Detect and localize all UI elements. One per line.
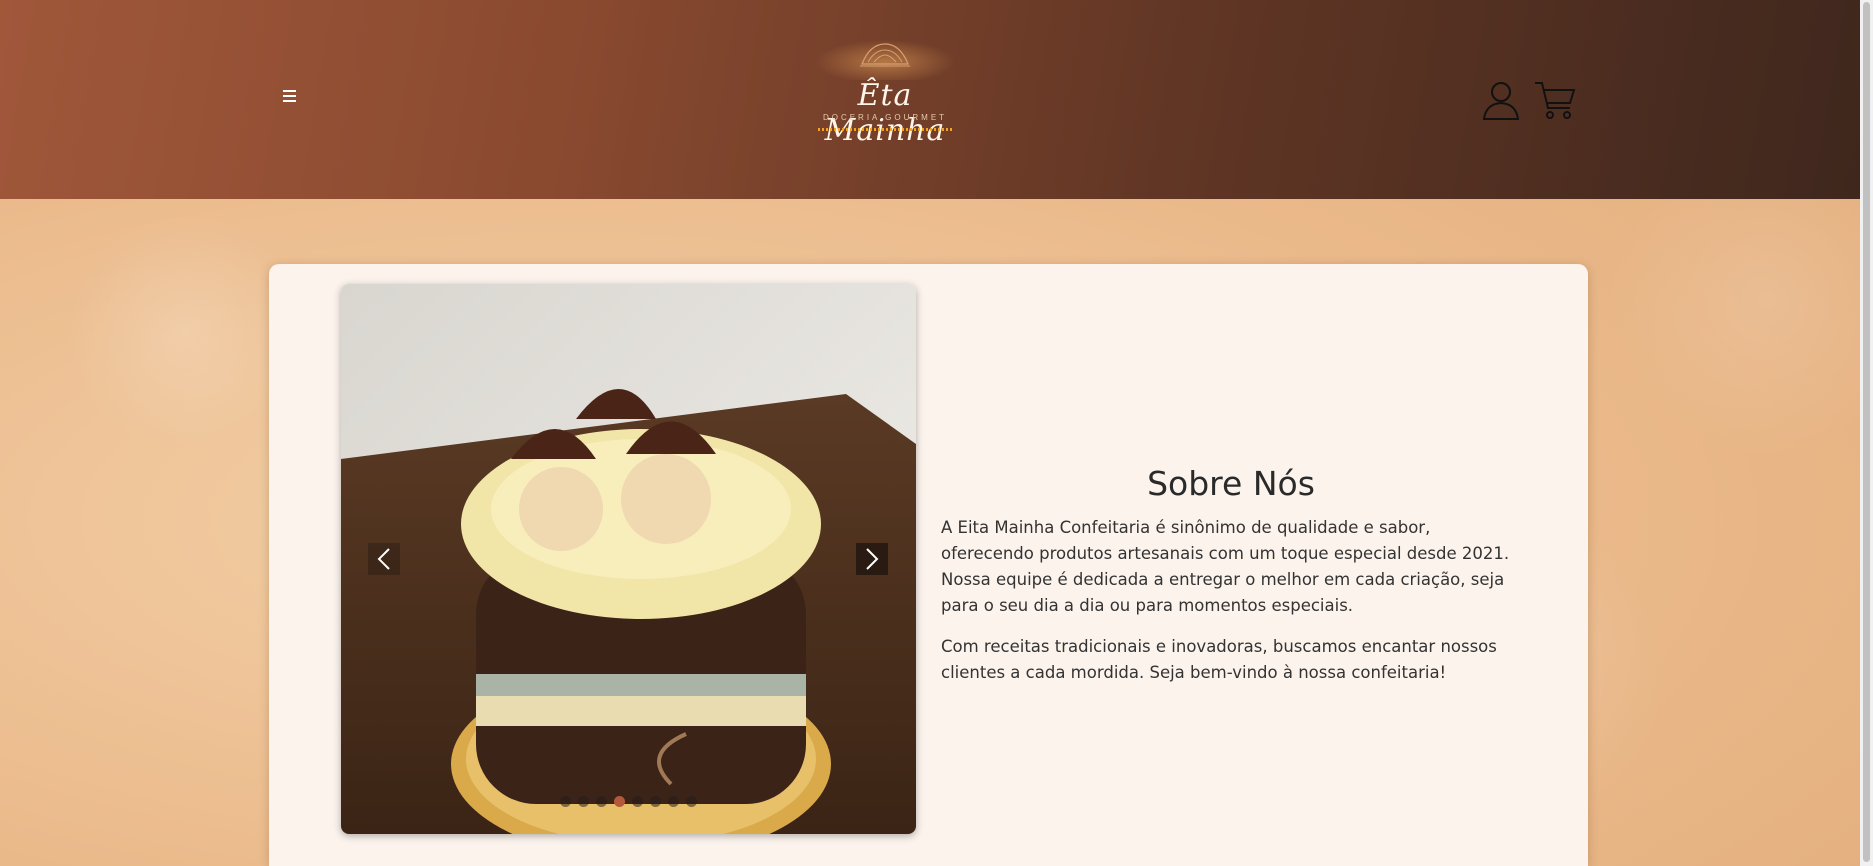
site-header: Êta Mainha DOCERIA GOURMET [0,0,1860,199]
about-paragraph-2: Com receitas tradicionais e inovadoras, … [941,637,1497,682]
cart-icon[interactable] [1534,80,1576,120]
carousel-dot[interactable] [668,796,679,807]
carousel-prev-button[interactable] [368,543,400,575]
logo-mark-icon [815,40,955,84]
chevron-right-icon [866,548,879,570]
chevron-left-icon [377,548,390,570]
carousel-indicators [560,796,697,807]
logo[interactable]: Êta Mainha DOCERIA GOURMET [800,40,970,148]
product-carousel[interactable] [341,284,916,834]
logo-dots [818,128,952,131]
carousel-dot[interactable] [560,796,571,807]
carousel-dot[interactable] [578,796,589,807]
carousel-dot[interactable] [596,796,607,807]
scrollbar-thumb[interactable] [1863,2,1870,862]
about-paragraph-1: A Eita Mainha Confeitaria é sinônimo de … [941,518,1510,615]
carousel-dot[interactable] [650,796,661,807]
menu-icon[interactable] [280,86,300,106]
cake-image [341,284,916,834]
about-section: Sobre Nós A Eita Mainha Confeitaria é si… [941,464,1521,701]
page-scrollbar[interactable] [1860,0,1873,866]
carousel-next-button[interactable] [856,543,888,575]
carousel-dot[interactable] [686,796,697,807]
logo-subtitle: DOCERIA GOURMET [822,113,948,122]
user-icon[interactable] [1482,80,1520,120]
about-title: Sobre Nós [1147,464,1315,503]
carousel-dot[interactable] [632,796,643,807]
about-card: Sobre Nós A Eita Mainha Confeitaria é si… [269,264,1588,866]
carousel-dot-active[interactable] [614,796,625,807]
